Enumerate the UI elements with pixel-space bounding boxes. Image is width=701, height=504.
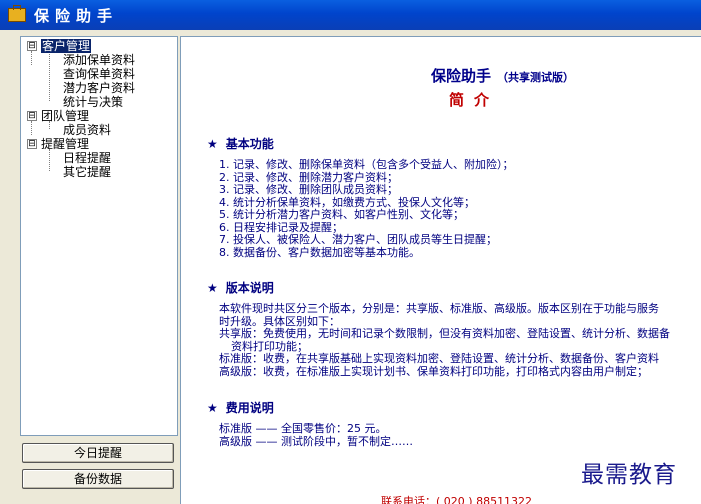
list-item: 1. 记录、修改、删除保单资料（包含多个受益人、附加险）； [219,158,514,171]
fee-description: 标准版 —— 全国零售价：25 元。 高级版 —— 测试阶段中，暂不制定…… [219,422,413,448]
tree-item-label[interactable]: 查询保单资料 [63,67,135,81]
collapse-icon[interactable]: ⊟ [27,139,37,149]
watermark-logo: 最需教育 [581,462,677,488]
tree-item-label[interactable]: 日程提醒 [63,151,111,165]
tree-item-query-policy[interactable]: 查询保单资料 [25,67,135,81]
list-item: 7. 投保人、被保险人、潜力客户、团队成员等生日提醒； [219,233,497,246]
features-title: 基本功能 [225,137,274,151]
star-icon: ★ [207,137,218,151]
tree-item-add-policy[interactable]: 添加保单资料 [25,53,135,67]
page-title: 保险助手 （共享测试版） [431,65,574,86]
tree-group-customer[interactable]: ⊟ 客户管理 [25,39,135,53]
tree-item-other-reminders[interactable]: 其它提醒 [25,165,135,179]
paragraph-line: 高级版 —— 测试阶段中，暂不制定…… [219,434,413,448]
edition-label: （共享测试版） [497,71,575,84]
tree-item-potential-customers[interactable]: 潜力客户资料 [25,81,135,95]
collapse-icon[interactable]: ⊟ [27,41,37,51]
features-list: 1. 记录、修改、删除保单资料（包含多个受益人、附加险）； 2. 记录、修改、删… [219,158,514,259]
title-bar: 保险助手 [0,0,701,30]
tree-item-members[interactable]: 成员资料 [25,123,135,137]
briefcase-icon [8,5,26,22]
backup-data-button[interactable]: 备份数据 [22,469,174,489]
window-title: 保险助手 [34,6,119,25]
intro-content-panel: 保险助手 （共享测试版） 简介 ★ 基本功能 1. 记录、修改、删除保单资料（包含多… [180,36,701,504]
paragraph-line: 共享版：免费使用，无时间和记录个数限制，但没有资料加密、登陆设置、统计分析、数据… [219,327,670,340]
tree-group-reminders[interactable]: ⊟ 提醒管理 [25,137,135,151]
tree-item-schedule[interactable]: 日程提醒 [25,151,135,165]
paragraph-line: 高级版：收费，在标准版上实现计划书、保单资料打印功能，打印格式内容由用户制定； [219,364,648,378]
tree-group-team[interactable]: ⊟ 团队管理 [25,109,135,123]
contact-phone: 联系电话：( 020 ) 88511322 [381,495,533,504]
tree-item-label[interactable]: 成员资料 [63,123,111,137]
tree-item-label[interactable]: 统计与决策 [63,95,123,109]
fee-heading: ★ 费用说明 [207,399,274,416]
tree-item-statistics[interactable]: 统计与决策 [25,95,135,109]
paragraph-line: 标准版：收费，在共享版基础上实现资料加密、登陆设置、统计分析、数据备份、客户资料 [219,352,659,365]
tree-group-label[interactable]: 客户管理 [41,39,92,53]
paragraph-line: 标准版 —— 全国零售价：25 元。 [219,422,387,435]
list-item: 5. 统计分析潜力客户资料、如客户性别、文化等； [219,208,464,221]
tree-item-label[interactable]: 其它提醒 [63,165,111,179]
features-heading: ★ 基本功能 [207,135,274,152]
list-item: 8. 数据备份、客户数据加密等基本功能。 [219,245,420,259]
version-title: 版本说明 [225,281,274,295]
paragraph-line: 本软件现时共区分三个版本，分别是：共享版、标准版、高级版。版本区别在于功能与服务 [219,302,659,315]
today-reminder-button[interactable]: 今日提醒 [22,443,174,463]
tree-item-label[interactable]: 添加保单资料 [63,53,135,67]
star-icon: ★ [207,401,218,415]
star-icon: ★ [207,281,218,295]
tree-group-label[interactable]: 提醒管理 [41,137,89,151]
version-description: 本软件现时共区分三个版本，分别是：共享版、标准版、高级版。版本区别在于功能与服务… [219,302,670,378]
section-subtitle: 简介 [449,91,500,109]
tree-group-label[interactable]: 团队管理 [41,109,89,123]
nav-tree: ⊟ 客户管理 添加保单资料 查询保单资料 潜力客户资料 统计与决策 ⊟ 团队管理… [25,39,135,179]
collapse-icon[interactable]: ⊟ [27,111,37,121]
page-title-text: 保险助手 [431,67,492,85]
navigation-tree-panel[interactable]: ⊟ 客户管理 添加保单资料 查询保单资料 潜力客户资料 统计与决策 ⊟ 团队管理… [20,36,178,436]
tree-item-label[interactable]: 潜力客户资料 [63,81,135,95]
fee-title: 费用说明 [225,401,274,415]
version-heading: ★ 版本说明 [207,279,274,296]
list-item: 3. 记录、修改、删除团队成员资料； [219,183,398,196]
